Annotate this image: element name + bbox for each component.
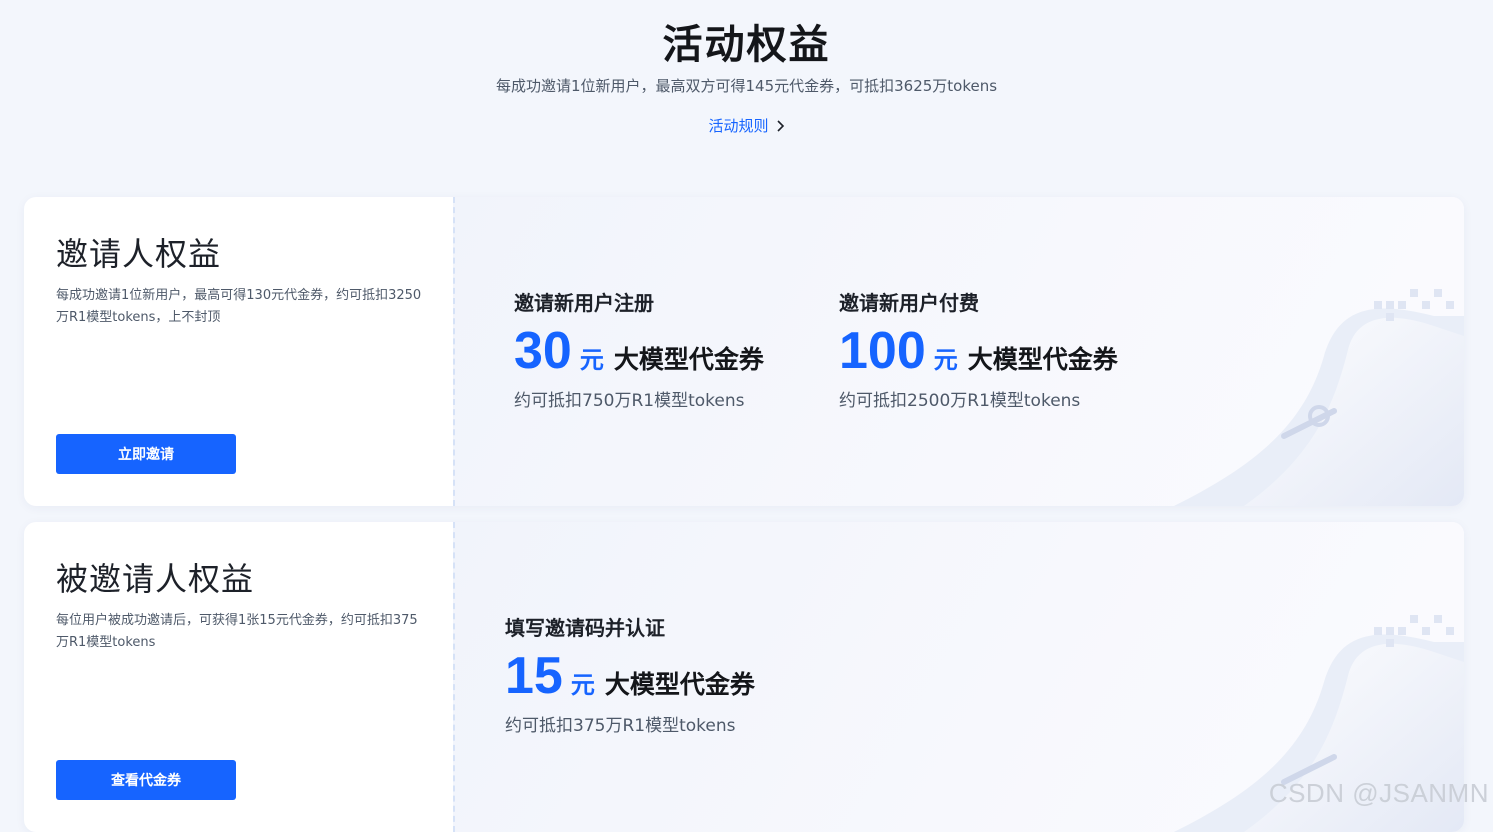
benefit-note: 约可抵扣750万R1模型tokens <box>514 386 764 411</box>
activity-rules-label: 活动规则 <box>708 115 768 136</box>
benefit-label: 邀请新用户付费 <box>839 287 1118 316</box>
watermark: CSDN @JSANMN <box>1269 778 1489 809</box>
benefit-unit: 元 <box>580 340 604 375</box>
inviter-description: 每成功邀请1位新用户，最高可得130元代金券，约可抵扣3250万R1模型toke… <box>56 285 426 329</box>
benefit-type: 大模型代金券 <box>968 340 1118 376</box>
inviter-benefits-card: 邀请人权益 每成功邀请1位新用户，最高可得130元代金券，约可抵扣3250万R1… <box>24 197 1464 506</box>
benefit-amount-row: 30 元 大模型代金券 <box>514 322 764 380</box>
benefit-register: 邀请新用户注册 30 元 大模型代金券 约可抵扣750万R1模型tokens <box>514 287 764 411</box>
benefit-amount-row: 100 元 大模型代金券 <box>839 322 1118 380</box>
view-vouchers-button[interactable]: 查看代金券 <box>56 760 236 800</box>
chevron-right-icon <box>775 119 785 133</box>
benefit-label: 填写邀请码并认证 <box>505 612 755 641</box>
benefit-invite-code: 填写邀请码并认证 15 元 大模型代金券 约可抵扣375万R1模型tokens <box>505 612 755 736</box>
page-subtitle: 每成功邀请1位新用户，最高双方可得145元代金券，可抵扣3625万tokens <box>0 75 1493 96</box>
benefit-amount: 15 <box>505 647 563 705</box>
activity-rules-link[interactable]: 活动规则 <box>0 115 1493 136</box>
invitee-title: 被邀请人权益 <box>56 554 254 600</box>
benefit-payment: 邀请新用户付费 100 元 大模型代金券 约可抵扣2500万R1模型tokens <box>839 287 1118 411</box>
benefit-type: 大模型代金券 <box>605 665 755 701</box>
benefit-note: 约可抵扣375万R1模型tokens <box>505 711 755 736</box>
benefit-amount: 30 <box>514 322 572 380</box>
inviter-title: 邀请人权益 <box>56 229 221 275</box>
benefit-unit: 元 <box>934 340 958 375</box>
invite-now-button[interactable]: 立即邀请 <box>56 434 236 474</box>
benefit-amount-row: 15 元 大模型代金券 <box>505 647 755 705</box>
invitee-benefits-card: 被邀请人权益 每位用户被成功邀请后，可获得1张15元代金券，约可抵扣375万R1… <box>24 522 1464 832</box>
page-header: 活动权益 每成功邀请1位新用户，最高双方可得145元代金券，可抵扣3625万to… <box>0 0 1493 180</box>
benefit-label: 邀请新用户注册 <box>514 287 764 316</box>
benefit-note: 约可抵扣2500万R1模型tokens <box>839 386 1118 411</box>
benefit-unit: 元 <box>571 665 595 700</box>
benefit-amount: 100 <box>839 322 926 380</box>
invitee-description: 每位用户被成功邀请后，可获得1张15元代金券，约可抵扣375万R1模型token… <box>56 610 426 654</box>
card-divider <box>453 197 455 506</box>
benefit-type: 大模型代金券 <box>614 340 764 376</box>
page-title: 活动权益 <box>0 12 1493 70</box>
card-divider <box>453 522 455 832</box>
